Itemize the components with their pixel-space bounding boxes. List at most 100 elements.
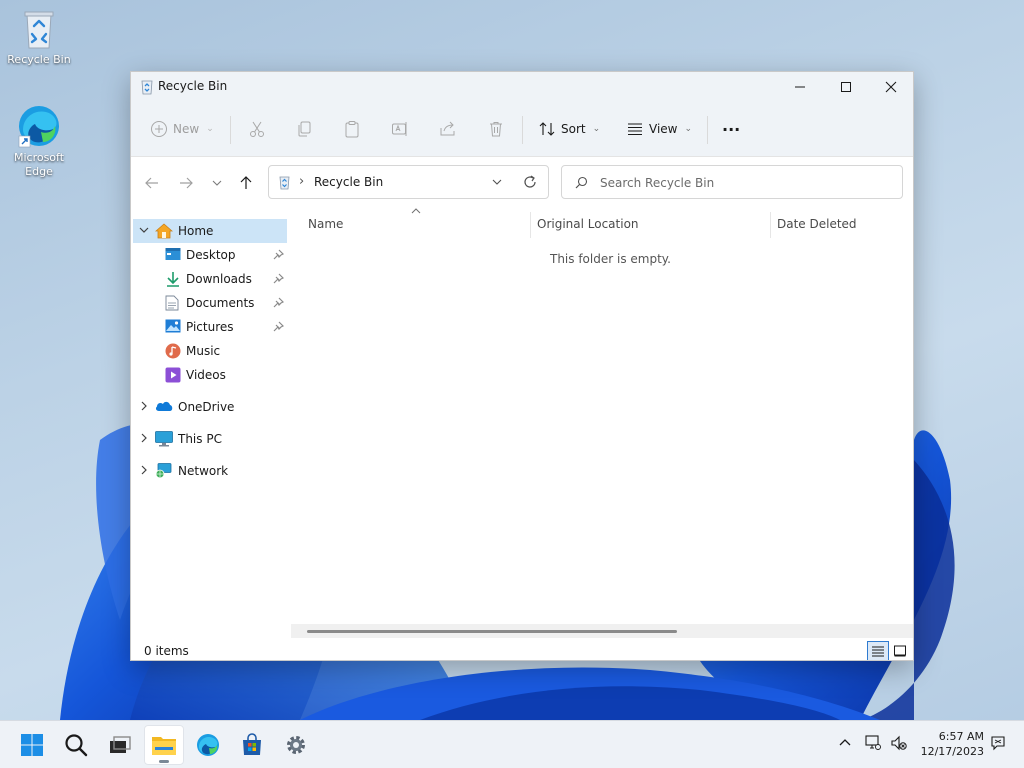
close-icon	[885, 81, 897, 93]
see-more-button[interactable]: ···	[722, 115, 740, 143]
arrow-up-icon	[240, 176, 252, 189]
command-separator	[707, 116, 708, 144]
breadcrumb-recycle-bin[interactable]: Recycle Bin	[314, 175, 383, 189]
chevron-down-icon: ⌄	[592, 124, 601, 134]
pictures-icon	[165, 319, 181, 333]
column-header-date-deleted[interactable]: Date Deleted	[777, 217, 857, 231]
edge-icon	[18, 106, 59, 148]
nav-item-videos[interactable]: Videos	[133, 363, 287, 387]
home-icon	[155, 223, 173, 239]
pin-icon	[273, 321, 284, 332]
taskbar-edge[interactable]	[188, 725, 228, 765]
store-icon	[243, 733, 261, 755]
taskbar-store[interactable]	[232, 725, 272, 765]
arrow-left-icon	[145, 177, 158, 189]
scissors-icon	[250, 121, 264, 137]
nav-item-label: Home	[178, 224, 214, 238]
edge-icon	[197, 734, 219, 756]
nav-item-downloads[interactable]: Downloads	[133, 267, 287, 291]
column-header-original-location[interactable]: Original Location	[537, 217, 639, 231]
network-icon	[155, 463, 173, 479]
large-icons-view-button[interactable]	[889, 641, 911, 660]
chevron-right-icon[interactable]	[139, 401, 149, 411]
rename-button[interactable]	[391, 115, 409, 143]
search-input[interactable]	[600, 174, 890, 192]
close-button[interactable]	[868, 72, 913, 102]
maximize-icon	[841, 82, 851, 92]
nav-item-pictures[interactable]: Pictures	[133, 315, 287, 339]
view-button[interactable]: View ⌄	[626, 115, 692, 143]
nav-item-documents[interactable]: Documents	[133, 291, 287, 315]
nav-item-label: OneDrive	[178, 400, 235, 414]
new-button[interactable]: New ⌄	[150, 115, 214, 143]
back-button[interactable]	[140, 171, 164, 195]
desktop-icon-edge[interactable]: Microsoft Edge	[3, 104, 75, 179]
network-status-button[interactable]	[865, 735, 881, 751]
chevron-right-icon[interactable]	[139, 433, 149, 443]
taskbar-clock[interactable]: 6:57 AM 12/17/2023	[918, 729, 984, 759]
nav-item-onedrive[interactable]: OneDrive	[133, 395, 287, 419]
show-hidden-icons-button[interactable]	[838, 735, 852, 749]
nav-item-label: Documents	[186, 296, 255, 310]
volume-button[interactable]	[891, 735, 907, 751]
search-box[interactable]	[561, 165, 903, 199]
music-icon	[165, 343, 181, 359]
copy-icon	[298, 121, 311, 137]
up-button[interactable]	[234, 171, 258, 195]
windows-logo-icon	[21, 734, 43, 756]
delete-button[interactable]	[487, 115, 505, 143]
recent-locations-button[interactable]	[205, 171, 229, 195]
search-button[interactable]	[56, 725, 96, 765]
paste-button[interactable]	[343, 115, 361, 143]
copy-button[interactable]	[295, 115, 313, 143]
taskbar-file-explorer[interactable]	[144, 725, 184, 765]
nav-item-label: Network	[178, 464, 229, 478]
title-bar[interactable]: Recycle Bin	[131, 72, 913, 102]
document-icon	[165, 295, 179, 311]
nav-item-music[interactable]: Music	[133, 339, 287, 363]
file-list[interactable]: Name Original Location Date Deleted This…	[291, 207, 913, 637]
task-view-icon	[110, 736, 131, 753]
sort-button[interactable]: Sort ⌄	[538, 115, 600, 143]
onedrive-icon	[155, 399, 173, 413]
horizontal-scrollbar[interactable]	[291, 624, 913, 638]
nav-item-desktop[interactable]: Desktop	[133, 243, 287, 267]
pin-icon	[273, 297, 284, 308]
nav-item-label: Pictures	[186, 320, 234, 334]
nav-item-this-pc[interactable]: This PC	[133, 427, 287, 451]
start-button[interactable]	[12, 725, 52, 765]
chevron-down-icon	[212, 180, 222, 186]
command-separator	[522, 116, 523, 144]
refresh-button[interactable]	[523, 175, 537, 189]
share-icon	[440, 121, 455, 136]
paste-icon	[345, 121, 359, 138]
details-view-icon	[872, 646, 884, 657]
videos-icon	[165, 367, 181, 383]
notifications-button[interactable]	[990, 735, 1006, 751]
address-dropdown-button[interactable]	[491, 176, 503, 188]
chevron-right-icon[interactable]	[139, 465, 149, 475]
more-icon: ···	[722, 119, 741, 139]
minimize-button[interactable]	[777, 72, 823, 102]
column-header-name[interactable]: Name	[308, 217, 343, 231]
details-view-button[interactable]	[867, 641, 889, 660]
address-bar[interactable]: › Recycle Bin	[268, 165, 549, 199]
maximize-button[interactable]	[823, 72, 869, 102]
cut-button[interactable]	[248, 115, 266, 143]
share-button[interactable]	[439, 115, 457, 143]
nav-item-home[interactable]: Home	[133, 219, 287, 243]
window-title: Recycle Bin	[158, 79, 228, 93]
download-icon	[165, 271, 181, 287]
nav-item-network[interactable]: Network	[133, 459, 287, 483]
column-separator[interactable]	[770, 212, 771, 238]
sort-icon	[539, 122, 555, 136]
taskbar-settings[interactable]	[276, 725, 316, 765]
nav-item-label: Desktop	[186, 248, 236, 262]
forward-button[interactable]	[174, 171, 198, 195]
scrollbar-thumb[interactable]	[307, 630, 677, 633]
chevron-down-icon[interactable]	[139, 225, 149, 235]
desktop-icon-recycle-bin[interactable]: Recycle Bin	[3, 8, 75, 67]
task-view-button[interactable]	[100, 725, 140, 765]
arrow-right-icon	[180, 177, 193, 189]
column-separator[interactable]	[530, 212, 531, 238]
